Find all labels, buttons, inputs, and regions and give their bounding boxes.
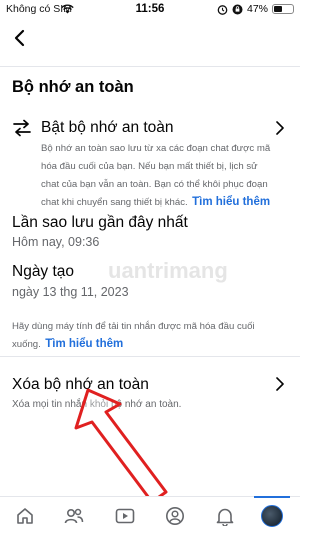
status-right: 47% <box>217 3 294 15</box>
bell-icon <box>216 508 234 526</box>
delete-secure-storage-title: Xóa bộ nhớ an toàn <box>12 376 149 393</box>
created-date-row: Ngày tạo ngày 13 thg 11, 2023 <box>12 262 288 300</box>
last-backup-row: Lần sao lưu gần đây nhất Hôm nay, 09:36 <box>12 213 288 250</box>
learn-more-link[interactable]: Tìm hiểu thêm <box>192 196 270 208</box>
swap-arrows-icon <box>13 119 31 137</box>
download-info: Hãy dùng máy tính để tải tin nhắn được m… <box>12 316 284 352</box>
nav-home[interactable] <box>7 502 43 530</box>
chevron-right-icon <box>276 377 284 391</box>
home-icon <box>17 508 33 524</box>
section-divider <box>0 356 300 357</box>
nav-profile[interactable] <box>157 502 193 530</box>
status-bar: Không có SIM 11:56 47% <box>0 0 300 20</box>
rotation-lock-icon <box>232 4 243 14</box>
header-divider <box>0 66 300 67</box>
active-tab-indicator <box>254 496 290 498</box>
chevron-right-icon <box>276 121 284 135</box>
battery-icon <box>272 4 294 14</box>
learn-more-link-2[interactable]: Tìm hiểu thêm <box>45 338 123 350</box>
enable-secure-storage-description: Bộ nhớ an toàn sao lưu từ xa các đoạn ch… <box>41 138 278 210</box>
battery-fill <box>274 6 282 12</box>
page-title: Bộ nhớ an toàn <box>12 78 134 96</box>
nav-notifications[interactable] <box>207 502 243 530</box>
video-icon <box>115 508 135 524</box>
nav-friends[interactable] <box>56 502 92 530</box>
last-backup-value: Hôm nay, 09:36 <box>12 235 100 249</box>
nav-video[interactable] <box>107 502 143 530</box>
back-chevron-icon[interactable] <box>10 28 30 48</box>
nav-menu-avatar[interactable] <box>254 502 290 530</box>
last-backup-title: Lần sao lưu gần đây nhất <box>12 214 188 231</box>
alarm-icon <box>217 4 228 15</box>
battery-percent: 47% <box>246 3 268 15</box>
profile-icon <box>166 507 184 525</box>
delete-secure-storage-description: Xóa mọi tin nhắn khỏi bộ nhớ an toàn. <box>12 399 182 410</box>
created-title: Ngày tạo <box>12 263 75 280</box>
enable-secure-storage-title: Bật bộ nhớ an toàn <box>41 119 174 136</box>
delete-secure-storage-row[interactable]: Xóa bộ nhớ an toàn Xóa mọi tin nhắn khỏi… <box>12 375 288 415</box>
avatar <box>261 505 283 527</box>
friends-icon <box>64 508 84 524</box>
created-value: ngày 13 thg 11, 2023 <box>12 285 129 299</box>
bottom-nav <box>0 496 300 534</box>
